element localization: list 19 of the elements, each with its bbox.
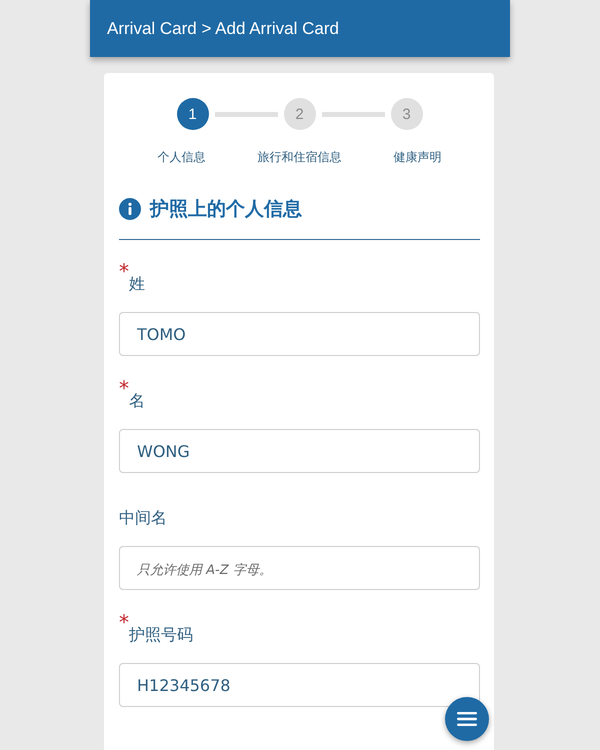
input-field[interactable]: H12345678: [119, 663, 480, 707]
required-mark: *: [119, 261, 129, 281]
field-label: 中间名: [119, 508, 167, 529]
required-mark: *: [119, 378, 129, 398]
required-mark: *: [119, 612, 129, 632]
field-label: 名: [129, 391, 145, 412]
step-label: 个人信息: [158, 150, 206, 164]
step-label: 旅行和住宿信息: [258, 150, 342, 164]
field-label: 护照号码: [129, 625, 193, 646]
section-title: 护照上的个人信息: [150, 197, 302, 222]
input-field[interactable]: 只允许使用 A-Z 字母。: [119, 546, 480, 590]
input-field[interactable]: TOMO: [119, 312, 480, 356]
field-label: 姓: [129, 274, 145, 295]
input-field[interactable]: WONG: [119, 429, 480, 473]
menu-icon: [457, 711, 477, 727]
info-icon: [119, 198, 141, 220]
step-label: 健康声明: [394, 150, 442, 164]
step-number[interactable]: 1: [176, 98, 208, 130]
page-title: Arrival Card > Add Arrival Card: [107, 18, 339, 38]
